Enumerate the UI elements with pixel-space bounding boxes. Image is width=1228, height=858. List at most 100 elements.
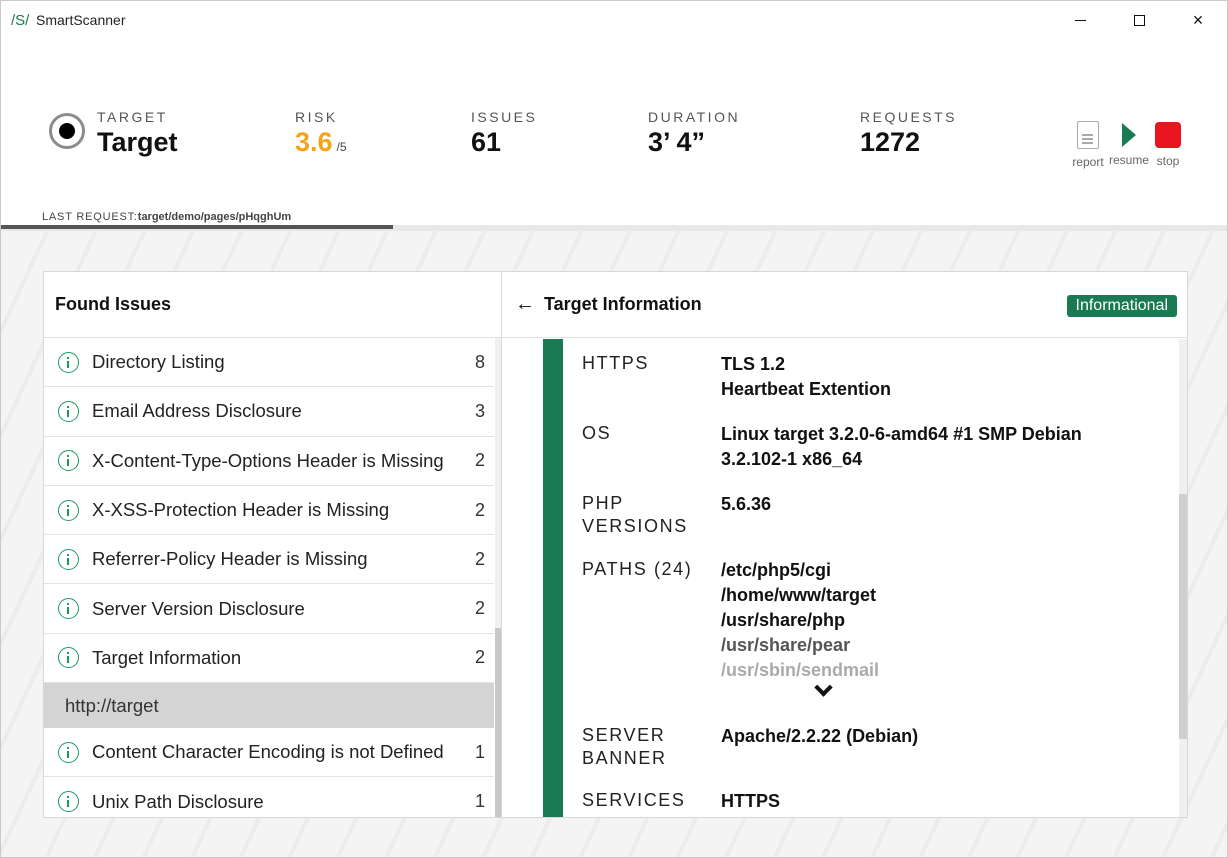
issue-count: 2	[474, 499, 485, 520]
issue-list-item[interactable]: Content Character Encoding is not Define…	[44, 728, 494, 778]
issue-name: Referrer-Policy Header is Missing	[92, 548, 368, 570]
scan-progress-fill	[1, 225, 394, 229]
issue-list-item[interactable]: Unix Path Disclosure 1	[44, 777, 494, 817]
target-name: Target	[97, 127, 178, 157]
issue-count: 8	[474, 351, 485, 372]
severity-stripe	[543, 339, 563, 817]
issue-list-item[interactable]: Target Information 2	[44, 634, 494, 684]
detail-label: OS	[582, 423, 612, 443]
found-issues-title: Found Issues	[44, 272, 501, 338]
app-window: /S/ SmartScanner × TARGET Target RISK 3.…	[0, 0, 1228, 858]
detail-value: Linux target 3.2.0-6-amd64 #1 SMP Debian	[721, 424, 1082, 444]
stop-label: stop	[1156, 154, 1180, 168]
title-bar: /S/ SmartScanner ×	[1, 1, 1227, 39]
detail-label: BANNER	[582, 748, 667, 768]
report-button[interactable]: report	[1067, 121, 1109, 169]
info-icon	[58, 598, 79, 620]
maximize-icon	[1133, 14, 1145, 26]
issue-name: Directory Listing	[92, 351, 225, 373]
close-button[interactable]: ×	[1168, 1, 1228, 39]
issue-count: 2	[474, 647, 485, 668]
requests-count: 1272	[860, 127, 921, 157]
last-request: LAST REQUEST:target/demo/pages/pHqghUm	[42, 211, 291, 223]
stat-label: RISK	[295, 109, 338, 125]
back-arrow-icon[interactable]: ←	[515, 293, 535, 316]
issue-list: Directory Listing 8 Email Address Disclosu…	[44, 338, 494, 817]
issue-count: 1	[474, 791, 485, 812]
stop-icon	[1155, 122, 1181, 148]
issue-count: 2	[474, 598, 485, 619]
detail-row-https: HTTPS TLS 1.2 Heartbeat Extention	[582, 352, 1172, 422]
detail-label: SERVICES	[582, 790, 686, 810]
issue-count: 3	[474, 400, 485, 421]
risk-max: /5	[336, 140, 347, 154]
info-icon	[58, 791, 79, 813]
play-icon	[1122, 123, 1136, 147]
issue-detail-panel: ← Target Information Informational HTTPS…	[501, 271, 1188, 818]
issue-count: 1	[474, 741, 485, 762]
detail-title: Target Information	[544, 294, 702, 314]
issue-list-item[interactable]: Server Version Disclosure 2	[44, 584, 494, 634]
detail-value: 5.6.36	[721, 494, 772, 514]
app-logo: /S/	[11, 12, 30, 29]
minimize-icon	[1074, 19, 1086, 21]
issue-name: X-Content-Type-Options Header is Missing	[92, 449, 444, 471]
detail-value: HTTPS	[721, 791, 781, 811]
scrollbar-thumb[interactable]	[1179, 494, 1187, 739]
duration-value: 3’ 4”	[648, 127, 706, 157]
info-icon	[58, 647, 79, 669]
issue-name: Server Version Disclosure	[92, 597, 305, 619]
info-icon	[58, 351, 79, 373]
info-icon	[58, 450, 79, 472]
issue-name: Content Character Encoding is not Define…	[92, 741, 444, 763]
document-icon	[1077, 121, 1099, 149]
issue-list-item[interactable]: Referrer-Policy Header is Missing 2	[44, 535, 494, 585]
found-issues-panel: Found Issues Directory Listing 8 Email Add…	[43, 271, 502, 818]
detail-row-paths: PATHS (24) /etc/php5/cgi /home/www/targe…	[582, 558, 1172, 724]
group-url: http://target	[65, 694, 159, 716]
issue-list-item[interactable]: Email Address Disclosure 3	[44, 387, 494, 437]
detail-value: Heartbeat Extention	[721, 379, 892, 399]
issue-group-header[interactable]: http://target	[44, 683, 494, 729]
issue-list-item[interactable]: X-Content-Type-Options Header is Missing…	[44, 437, 494, 486]
detail-value: Apache/2.2.22 (Debian)	[721, 726, 919, 746]
stat-label: REQUESTS	[860, 109, 958, 125]
close-icon: ×	[1192, 10, 1204, 30]
detail-label: SERVER	[582, 725, 666, 745]
info-icon	[58, 741, 79, 763]
stat-requests: REQUESTS 1272	[860, 109, 957, 158]
detail-scrollbar[interactable]	[1179, 339, 1187, 817]
path-item: /usr/share/php	[721, 610, 846, 630]
severity-badge: Informational	[1066, 295, 1177, 317]
stat-duration: DURATION 3’ 4”	[648, 109, 740, 158]
maximize-button[interactable]	[1109, 1, 1169, 39]
report-label: report	[1072, 155, 1104, 169]
stop-button[interactable]: stop	[1153, 121, 1183, 168]
path-item: /usr/sbin/sendmail	[721, 660, 880, 680]
last-request-label: LAST REQUEST:	[42, 211, 138, 223]
issue-list-item[interactable]: X-XSS-Protection Header is Missing 2	[44, 486, 494, 536]
detail-header: ← Target Information Informational	[502, 272, 1187, 338]
target-details: HTTPS TLS 1.2 Heartbeat Extention OS Lin…	[582, 352, 1172, 814]
path-item: /home/www/target	[721, 585, 877, 605]
risk-score: 3.6	[295, 127, 333, 157]
resume-button[interactable]: resume	[1107, 121, 1151, 167]
stat-issues: ISSUES 61	[471, 109, 537, 158]
issue-count: 2	[474, 548, 485, 569]
target-status-icon	[49, 113, 85, 149]
minimize-button[interactable]	[1050, 1, 1110, 39]
detail-row-php: PHP VERSIONS 5.6.36	[582, 492, 1172, 558]
info-icon	[58, 548, 79, 570]
stat-label: TARGET	[97, 109, 168, 125]
detail-label: VERSIONS	[582, 516, 688, 536]
issue-name: Email Address Disclosure	[92, 400, 302, 422]
stat-label: ISSUES	[471, 109, 538, 125]
info-icon	[58, 400, 79, 422]
detail-value: TLS 1.2	[721, 354, 786, 374]
stat-risk: RISK 3.6/5	[295, 109, 347, 158]
issue-list-item[interactable]: Directory Listing 8	[44, 338, 494, 388]
stat-label: DURATION	[648, 109, 741, 125]
detail-label: HTTPS	[582, 353, 650, 373]
resume-label: resume	[1108, 153, 1149, 167]
detail-value: 3.2.102-1 x86_64	[721, 449, 863, 469]
